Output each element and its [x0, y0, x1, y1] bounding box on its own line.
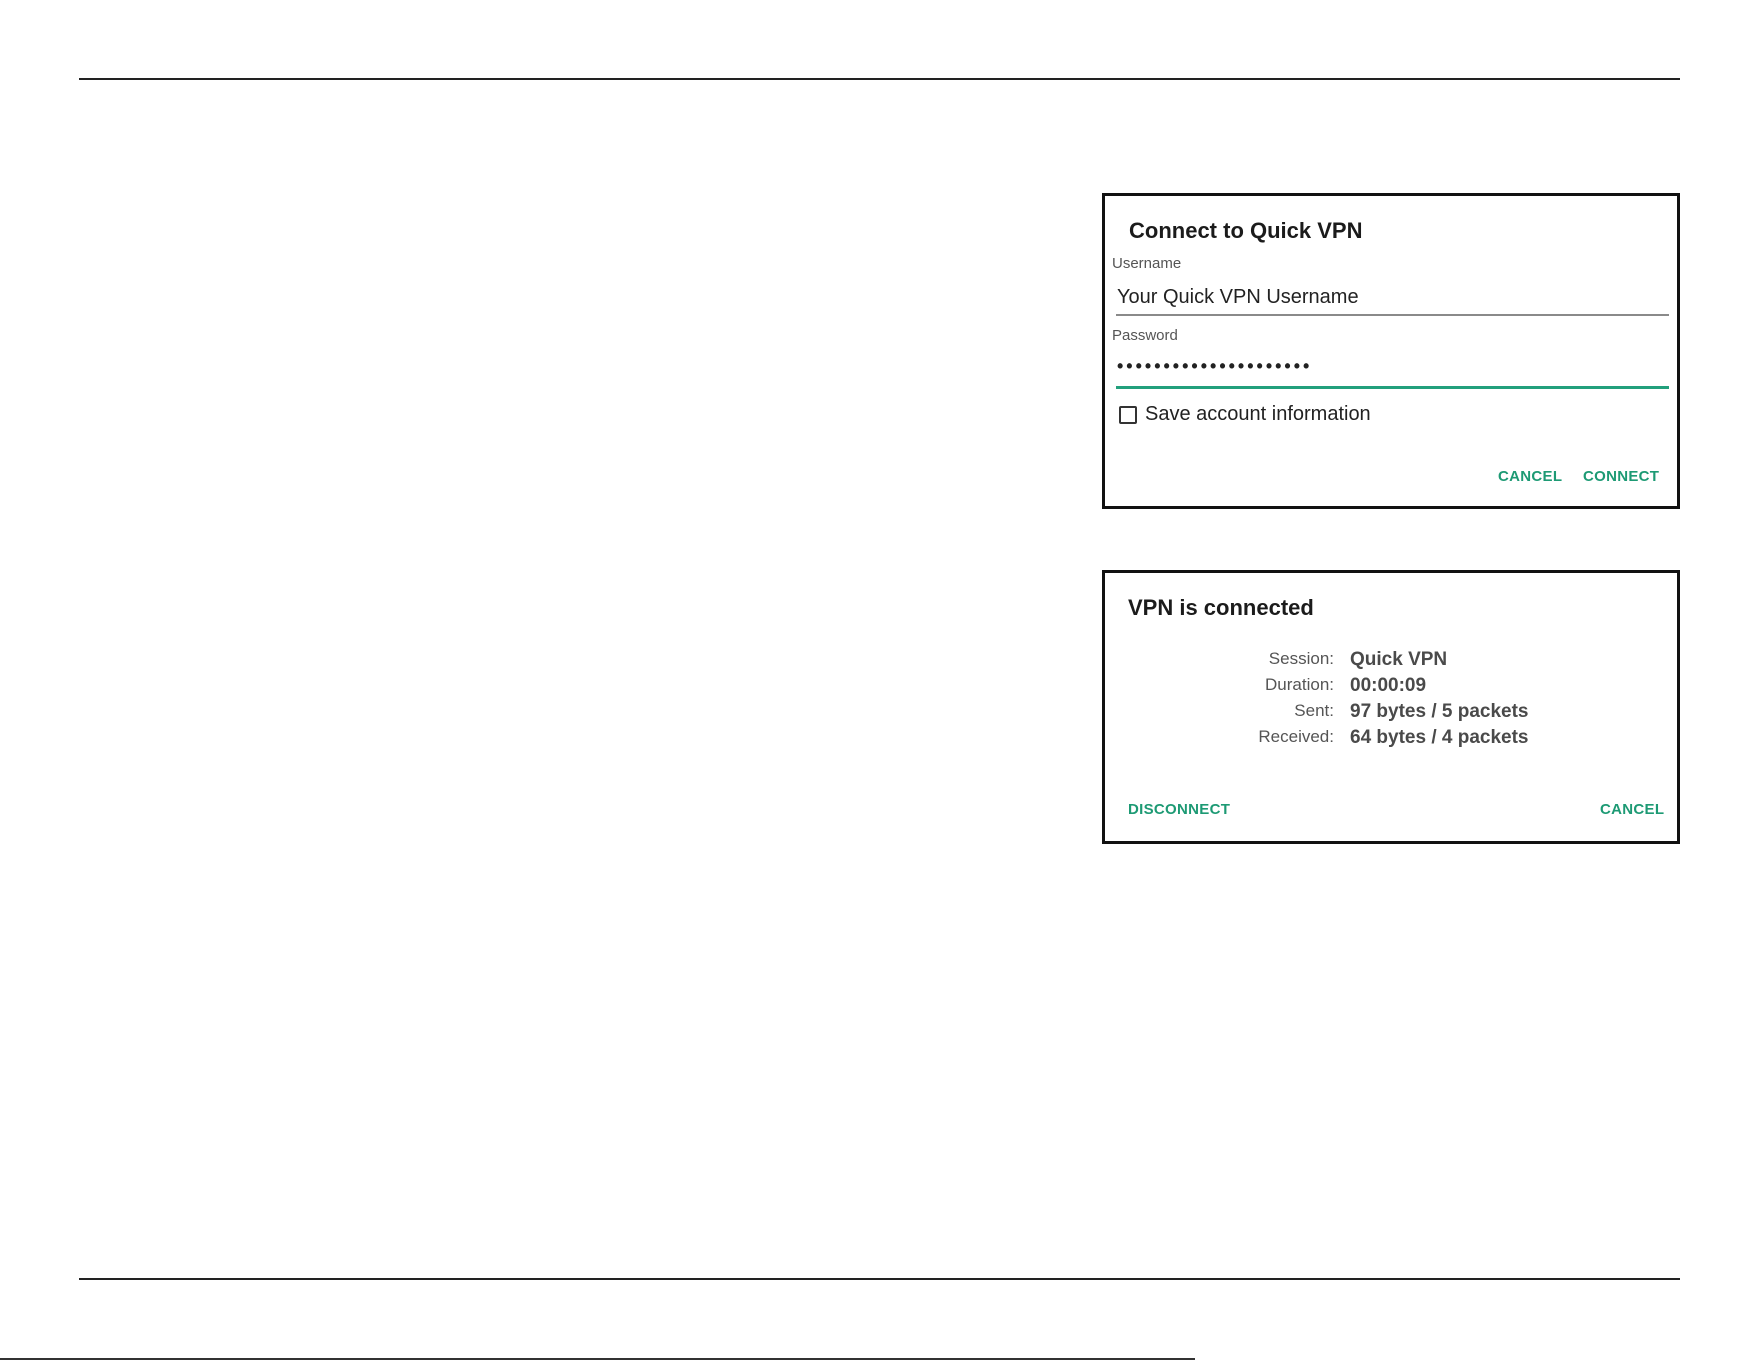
password-label: Password — [1112, 327, 1178, 344]
status-cancel-button[interactable]: CANCEL — [1600, 801, 1664, 818]
disconnect-button[interactable]: DISCONNECT — [1128, 801, 1230, 818]
session-value: Quick VPN — [1350, 649, 1448, 670]
sent-label: Sent: — [1294, 701, 1334, 720]
duration-value: 00:00:09 — [1350, 675, 1427, 696]
footer-rule — [79, 1278, 1680, 1280]
received-value: 64 bytes / 4 packets — [1350, 727, 1529, 748]
status-dialog-title: VPN is connected — [1128, 595, 1314, 620]
password-underline — [1116, 386, 1669, 389]
cancel-button[interactable]: CANCEL — [1498, 468, 1562, 485]
save-account-checkbox[interactable] — [1119, 405, 1137, 424]
footer-line — [0, 1358, 1195, 1360]
save-account-label: Save account information — [1145, 403, 1371, 425]
session-label: Session: — [1268, 649, 1334, 668]
duration-label: Duration: — [1265, 675, 1334, 694]
username-field[interactable]: Your Quick VPN Username — [1117, 286, 1359, 309]
duration-row: Duration: 00:00:09 — [1105, 675, 1677, 701]
sent-value: 97 bytes / 5 packets — [1350, 701, 1529, 722]
vpn-connected-dialog: VPN is connected Session: Quick VPN Dura… — [1102, 570, 1680, 844]
username-label: Username — [1112, 255, 1182, 272]
received-label: Received: — [1258, 727, 1334, 746]
received-row: Received: 64 bytes / 4 packets — [1105, 727, 1677, 753]
save-account-option[interactable]: Save account information — [1119, 403, 1371, 426]
sent-row: Sent: 97 bytes / 5 packets — [1105, 701, 1677, 727]
header-rule — [79, 78, 1680, 80]
username-underline — [1116, 314, 1669, 316]
connect-button[interactable]: CONNECT — [1583, 468, 1659, 485]
connect-dialog-title: Connect to Quick VPN — [1129, 218, 1363, 243]
connect-vpn-dialog: Connect to Quick VPN Username Your Quick… — [1102, 193, 1680, 509]
password-field[interactable]: ••••••••••••••••••••• — [1117, 356, 1312, 377]
session-row: Session: Quick VPN — [1105, 649, 1677, 675]
